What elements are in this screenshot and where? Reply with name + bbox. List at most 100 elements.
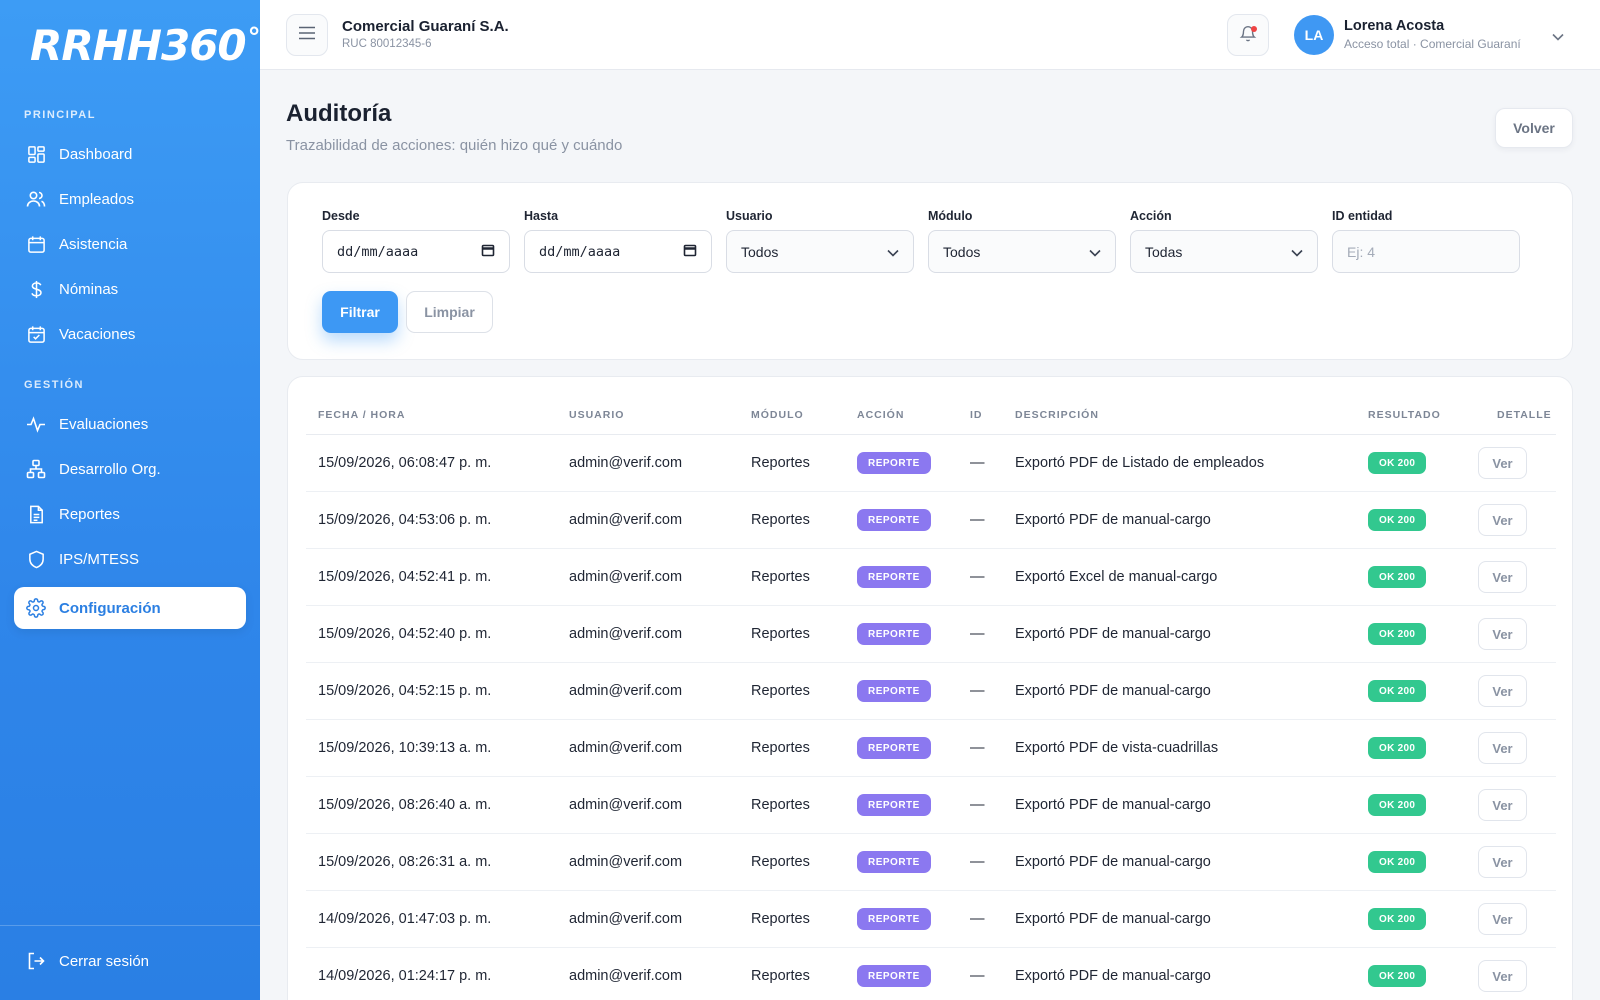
cell-id: — [970,911,985,927]
sidebar-item-desarrollo-org[interactable]: Desarrollo Org. [14,448,246,490]
cell-id: — [970,455,985,471]
cell-detalle: Ver [1478,948,1527,1000]
column-header-id[interactable]: ID [970,409,983,421]
hasta-value: dd/mm/aaaa [539,243,621,260]
column-header-resultado[interactable]: RESULTADO [1368,409,1441,421]
view-detail-button[interactable]: Ver [1478,561,1527,593]
sidebar-divider [0,925,260,926]
user-menu[interactable]: Lorena Acosta Acceso total · Comercial G… [1344,18,1521,51]
cell-usuario: admin@verif.com [569,740,683,756]
table-row: 15/09/2026, 08:26:40 a. m. admin@verif.c… [306,777,1556,834]
filter-id-entidad: ID entidad Ej: 4 [1332,209,1520,273]
clear-button[interactable]: Limpiar [406,291,493,333]
status-badge: OK 200 [1368,851,1427,873]
status-badge: OK 200 [1368,965,1427,987]
cell-accion: REPORTE [857,834,931,890]
sidebar-item-evaluaciones[interactable]: Evaluaciones [14,403,246,445]
page-title: Auditoría [286,100,392,127]
sidebar-item-empleados[interactable]: Empleados [14,178,246,220]
view-detail-button[interactable]: Ver [1478,504,1527,536]
filter-panel: Desde dd/mm/aaaa Hasta dd/mm/aaaa Usuari… [287,182,1573,360]
chevron-down-icon [1291,244,1303,260]
action-badge: REPORTE [857,566,931,588]
view-detail-button[interactable]: Ver [1478,732,1527,764]
view-detail-button[interactable]: Ver [1478,618,1527,650]
calendar-icon[interactable] [683,243,697,261]
user-name: Lorena Acosta [1344,18,1445,34]
hamburger-icon [298,26,316,45]
modulo-select[interactable]: Todos [928,230,1116,273]
sidebar: RRHH360 ° PRINCIPAL Dashboard Empleados A… [0,0,261,1000]
cell-accion: REPORTE [857,777,931,833]
cell-modulo: Reportes [751,968,810,984]
column-header-accion[interactable]: ACCIÓN [857,409,904,421]
logout-button[interactable]: Cerrar sesión [14,940,246,982]
app-logo[interactable]: RRHH360 ° [30,20,261,70]
cell-detalle: Ver [1478,777,1527,833]
cell-fecha: 15/09/2026, 06:08:47 p. m. [318,455,492,471]
chevron-down-icon[interactable] [1552,28,1564,46]
hasta-label: Hasta [524,209,559,223]
column-header-modulo[interactable]: MÓDULO [751,409,804,421]
desde-value: dd/mm/aaaa [337,243,419,260]
avatar[interactable]: LA [1294,15,1334,55]
action-badge: REPORTE [857,737,931,759]
filter-button[interactable]: Filtrar [322,291,398,333]
table-row: 15/09/2026, 04:52:15 p. m. admin@verif.c… [306,663,1556,720]
column-header-fecha[interactable]: FECHA / HORA [318,409,405,421]
cell-fecha: 15/09/2026, 08:26:31 a. m. [318,854,492,870]
cell-detalle: Ver [1478,663,1527,719]
usuario-select[interactable]: Todos [726,230,914,273]
view-detail-button[interactable]: Ver [1478,675,1527,707]
page-subtitle: Trazabilidad de acciones: quién hizo qué… [286,137,623,154]
notifications-button[interactable] [1227,14,1269,56]
gear-icon [26,598,46,618]
cell-accion: REPORTE [857,606,931,662]
cell-id: — [970,626,985,642]
calendar-icon[interactable] [481,243,495,261]
table-row: 15/09/2026, 04:52:40 p. m. admin@verif.c… [306,606,1556,663]
sidebar-item-nominas[interactable]: Nóminas [14,268,246,310]
back-button[interactable]: Volver [1495,108,1573,148]
sidebar-item-configuracion[interactable]: Configuración [14,587,246,629]
cell-modulo: Reportes [751,854,810,870]
sidebar-item-vacaciones[interactable]: Vacaciones [14,313,246,355]
sidebar-item-dashboard[interactable]: Dashboard [14,133,246,175]
sidebar-item-label: Configuración [59,599,161,617]
cell-descripcion: Exportó PDF de manual-cargo [1015,968,1211,984]
chevron-down-icon [887,244,899,260]
sidebar-item-asistencia[interactable]: Asistencia [14,223,246,265]
cell-fecha: 14/09/2026, 01:47:03 p. m. [318,911,492,927]
view-detail-button[interactable]: Ver [1478,789,1527,821]
column-header-detalle[interactable]: DETALLE [1497,409,1552,421]
accion-select[interactable]: Todas [1130,230,1318,273]
cell-modulo: Reportes [751,797,810,813]
menu-toggle-button[interactable] [286,14,328,56]
cell-usuario: admin@verif.com [569,569,683,585]
table-row: 15/09/2026, 04:52:41 p. m. admin@verif.c… [306,549,1556,606]
action-badge: REPORTE [857,794,931,816]
view-detail-button[interactable]: Ver [1478,960,1527,992]
cell-resultado: OK 200 [1368,606,1427,662]
cell-detalle: Ver [1478,435,1527,491]
cell-usuario: admin@verif.com [569,683,683,699]
column-header-usuario[interactable]: USUARIO [569,409,624,421]
sidebar-item-reportes[interactable]: Reportes [14,493,246,535]
cell-usuario: admin@verif.com [569,455,683,471]
view-detail-button[interactable]: Ver [1478,447,1527,479]
view-detail-button[interactable]: Ver [1478,903,1527,935]
status-badge: OK 200 [1368,452,1427,474]
view-detail-button[interactable]: Ver [1478,846,1527,878]
status-badge: OK 200 [1368,623,1427,645]
desde-label: Desde [322,209,360,223]
shield-icon [26,549,46,569]
sidebar-item-label: Dashboard [59,145,133,163]
hasta-date-input[interactable]: dd/mm/aaaa [524,230,712,273]
desde-date-input[interactable]: dd/mm/aaaa [322,230,510,273]
logo-suffix: ° [247,23,261,53]
company-ruc: RUC 80012345-6 [342,38,432,50]
sidebar-item-ips-mtess[interactable]: IPS/MTESS [14,538,246,580]
column-header-descripcion[interactable]: DESCRIPCIÓN [1015,409,1099,421]
cell-id: — [970,683,985,699]
id-entidad-input[interactable]: Ej: 4 [1332,230,1520,273]
